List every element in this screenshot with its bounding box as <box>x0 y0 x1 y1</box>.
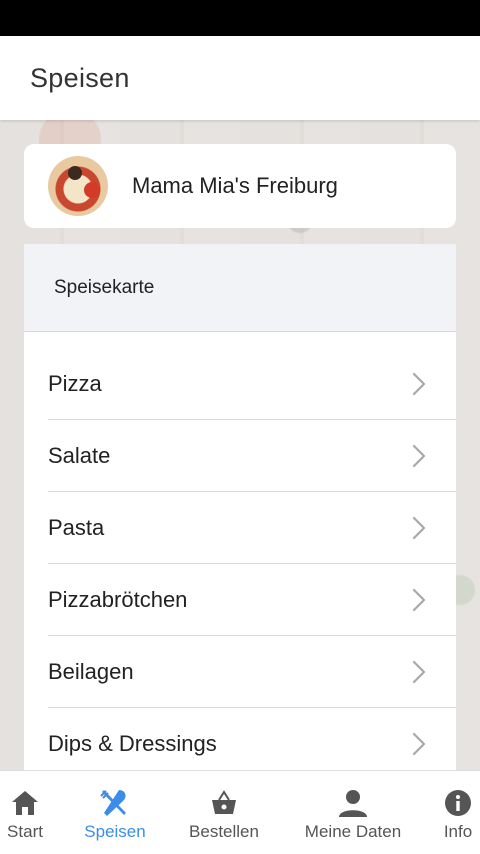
chevron-right-icon <box>412 444 426 467</box>
menu-item-label: Pizza <box>48 370 102 396</box>
nav-item-meine-daten[interactable]: Meine Daten <box>298 771 408 854</box>
chevron-right-icon <box>412 732 426 755</box>
nav-item-start[interactable]: Start <box>0 771 50 854</box>
menu-item-pasta[interactable]: Pasta <box>48 492 456 564</box>
menu-item-beilagen[interactable]: Beilagen <box>48 636 456 708</box>
nav-label: Info <box>443 822 473 841</box>
page-title: Speisen <box>30 62 130 93</box>
chevron-right-icon <box>412 516 426 539</box>
bottom-navigation: Start Speisen Bestellen Meine Daten Info <box>0 770 480 854</box>
person-icon <box>339 790 367 817</box>
menu-item-pizzabroetchen[interactable]: Pizzabrötchen <box>48 564 456 636</box>
chevron-right-icon <box>412 588 426 611</box>
nav-item-speisen[interactable]: Speisen <box>80 771 150 854</box>
menu-item-label: Beilagen <box>48 658 134 684</box>
basket-icon <box>212 790 236 814</box>
nav-label: Meine Daten <box>304 822 402 841</box>
nav-label: Start <box>7 822 43 841</box>
menu-item-dips-dressings[interactable]: Dips & Dressings <box>48 708 456 770</box>
nav-item-bestellen[interactable]: Bestellen <box>184 771 264 854</box>
chevron-right-icon <box>412 372 426 395</box>
menu-panel: Speisekarte Pizza Salate Pasta Pizzabröt… <box>24 244 456 770</box>
menu-item-salate[interactable]: Salate <box>48 420 456 492</box>
restaurant-card[interactable]: Mama Mia's Freiburg <box>24 144 456 228</box>
info-icon <box>445 790 471 816</box>
menu-header-title: Speisekarte <box>54 276 155 298</box>
nav-label: Bestellen <box>189 822 259 841</box>
app-bar: Speisen <box>0 36 480 120</box>
nav-label: Speisen <box>84 822 146 841</box>
menu-list: Pizza Salate Pasta Pizzabrötchen Beilage… <box>24 332 456 770</box>
menu-item-label: Salate <box>48 442 111 468</box>
chevron-right-icon <box>412 660 426 683</box>
restaurant-name: Mama Mia's Freiburg <box>132 173 338 198</box>
menu-header: Speisekarte <box>24 244 456 332</box>
restaurant-logo <box>48 156 108 216</box>
cutlery-icon <box>100 790 126 816</box>
status-bar <box>0 0 480 36</box>
nav-item-info[interactable]: Info <box>440 771 476 854</box>
home-icon <box>12 791 38 815</box>
menu-item-label: Pasta <box>48 514 105 540</box>
menu-item-label: Dips & Dressings <box>48 730 217 756</box>
menu-item-label: Pizzabrötchen <box>48 586 188 612</box>
menu-item-pizza[interactable]: Pizza <box>48 348 456 420</box>
